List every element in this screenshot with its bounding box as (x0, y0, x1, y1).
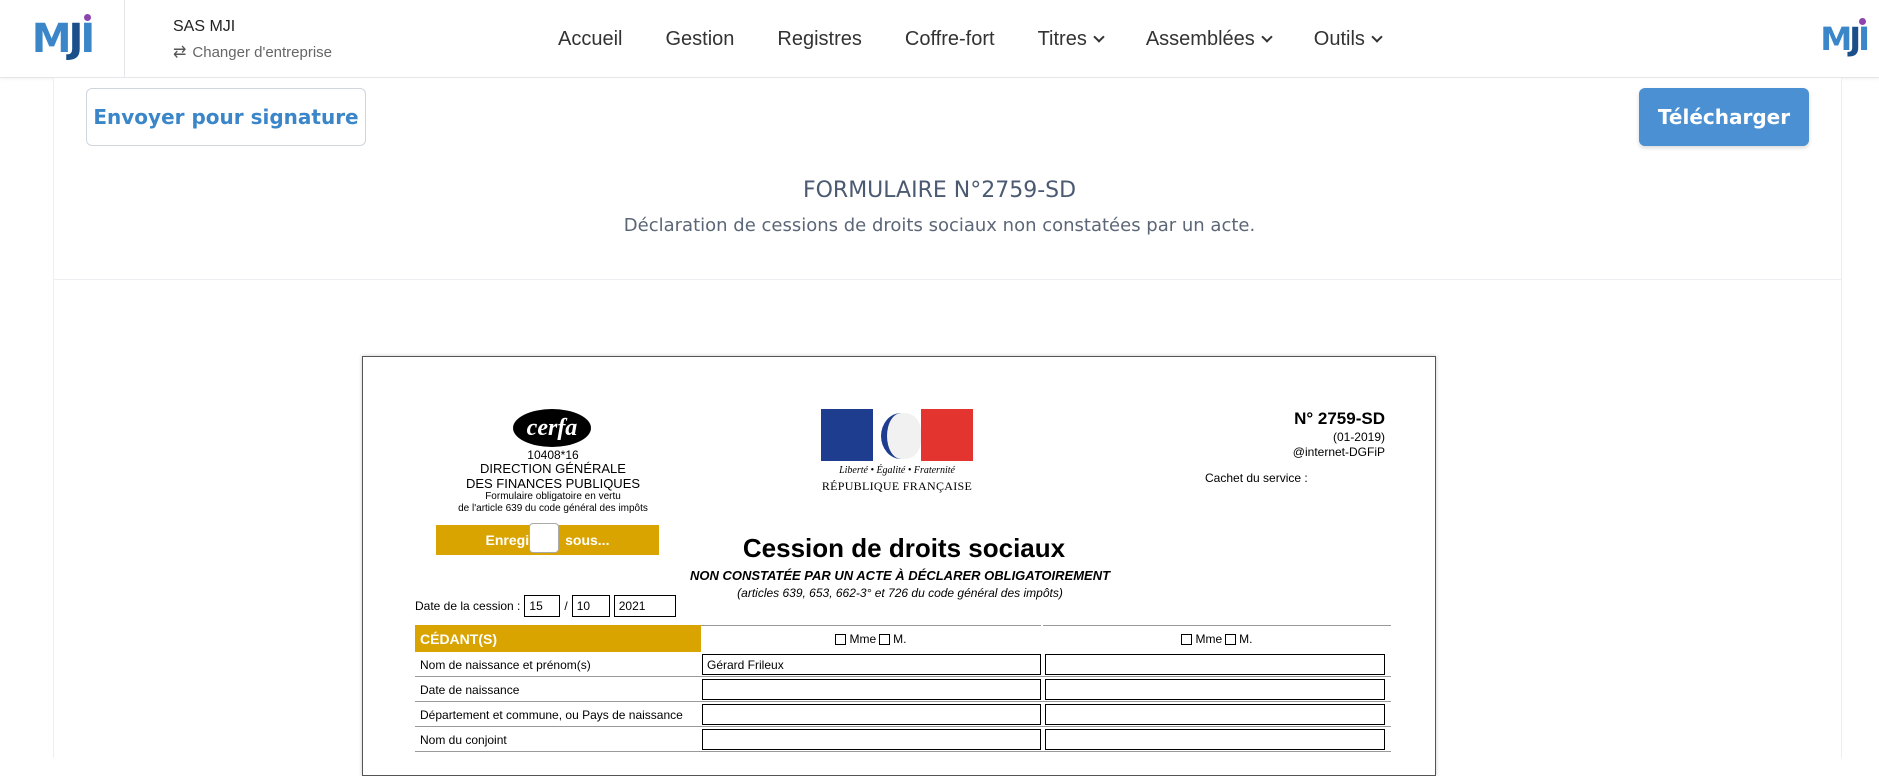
row-input-2[interactable] (1045, 654, 1385, 675)
form-title: FORMULAIRE N°2759-SD (802, 178, 1077, 203)
company-switcher[interactable]: SAS MJI ⇄ Changer d'entreprise (173, 18, 332, 62)
row-input-1[interactable]: Gérard Frileux (702, 654, 1041, 675)
form-row: Département et commune, ou Pays de naiss… (415, 702, 1391, 727)
nav-label: Accueil (558, 27, 623, 50)
document-title: Cession de droits sociaux (742, 533, 1066, 563)
form-row: Nom du conjoint (415, 727, 1391, 752)
swap-arrows-icon: ⇄ (173, 44, 187, 61)
nav-assemblees[interactable]: Assemblées (1145, 27, 1273, 51)
republique-francaise-logo: Liberté • Égalité • Fraternité RÉPUBLIQU… (821, 409, 973, 494)
row-input-1[interactable] (702, 729, 1041, 750)
row-input-2[interactable] (1045, 729, 1385, 750)
row-input-1[interactable] (702, 704, 1041, 725)
top-navbar: MJI SAS MJI ⇄ Changer d'entreprise Accue… (0, 0, 1879, 78)
civility-label: M. (1239, 632, 1253, 646)
cedant-header: CÉDANT(S) (415, 625, 701, 652)
date-separator: / (564, 599, 568, 613)
change-company-label: Changer d'entreprise (192, 43, 333, 61)
form-number: N° 2759-SD (1294, 409, 1385, 428)
checkbox-mme[interactable] (1181, 633, 1193, 645)
form-row: Nom de naissance et prénom(s) Gérard Fri… (415, 652, 1391, 677)
row-label: Département et commune, ou Pays de naiss… (420, 708, 683, 722)
form-subtitle: Déclaration de cessions de droits sociau… (623, 215, 1256, 236)
cerfa-logo: cerfa (513, 409, 591, 447)
chevron-down-icon (1093, 30, 1105, 43)
row-label: Nom de naissance et prénom(s) (420, 658, 591, 672)
nav-label: Registres (777, 27, 862, 50)
nav-titres[interactable]: Titres (1037, 27, 1105, 51)
dgfip-label: DIRECTION GÉNÉRALE DES FINANCES PUBLIQUE… (423, 461, 683, 491)
dgfip-line: DES FINANCES PUBLIQUES (465, 476, 641, 491)
civility-label: M. (893, 632, 907, 646)
french-flag-icon (821, 409, 973, 461)
cerfa-document-preview[interactable]: cerfa 10408*16 DIRECTION GÉNÉRALE DES FI… (362, 356, 1436, 776)
logo-container[interactable]: MJI (0, 0, 125, 78)
civility-label: Mme (849, 632, 877, 646)
main-nav: Accueil Gestion Registres Coffre-fort Ti… (558, 0, 1383, 78)
checkbox-m[interactable] (879, 633, 891, 645)
row-label: Nom du conjoint (420, 733, 507, 747)
chevron-down-icon (1261, 30, 1273, 43)
nav-coffre-fort[interactable]: Coffre-fort (905, 28, 995, 51)
cerfa-number: 10408*16 (527, 448, 579, 462)
form-version: (01-2019) (1332, 430, 1385, 444)
nav-gestion[interactable]: Gestion (665, 28, 734, 51)
document-subtitle: NON CONSTATÉE PAR UN ACTE À DÉCLARER OBL… (689, 568, 1111, 583)
date-day-field[interactable]: 15 (524, 595, 561, 617)
date-label: Date de la cession : (415, 599, 521, 613)
nav-label: Titres (1037, 27, 1087, 50)
row-input-2[interactable] (1045, 704, 1385, 725)
form-source: @internet-DGFiP (1292, 445, 1385, 459)
civility-selector-2[interactable]: Mme M. (1043, 625, 1391, 652)
civility-label: Mme (1195, 632, 1223, 646)
nav-outils[interactable]: Outils (1313, 27, 1383, 51)
cession-date-row: Date de la cession : 15 / 10 2021 (415, 595, 676, 617)
checkbox-m[interactable] (1225, 633, 1237, 645)
row-input-2[interactable] (1045, 679, 1385, 700)
mji-logo[interactable]: MJI (32, 14, 95, 62)
checkbox-mme[interactable] (835, 633, 847, 645)
row-label: Date de naissance (420, 683, 520, 697)
company-name: SAS MJI (173, 18, 236, 35)
download-button[interactable]: Télécharger (1639, 88, 1809, 146)
oblig-line: Formulaire obligatoire en vertu (485, 491, 621, 502)
row-input-1[interactable] (702, 679, 1041, 700)
republique-text: RÉPUBLIQUE FRANÇAISE (821, 479, 973, 493)
nav-label: Outils (1313, 27, 1365, 50)
oblig-line: de l'article 639 du code général des imp… (458, 503, 648, 514)
nav-label: Gestion (665, 27, 735, 50)
divider (53, 279, 1842, 280)
nav-accueil[interactable]: Accueil (558, 28, 622, 51)
cachet-label: Cachet du service : (1205, 471, 1308, 485)
mji-logo-right[interactable]: MJI (1820, 18, 1870, 58)
nav-label: Coffre-fort (904, 27, 995, 50)
date-month-field[interactable]: 10 (571, 595, 610, 617)
nav-registres[interactable]: Registres (777, 28, 861, 51)
nav-label: Assemblées (1145, 27, 1255, 50)
civility-selector-1[interactable]: Mme M. (701, 625, 1041, 652)
change-company-link[interactable]: ⇄ Changer d'entreprise (173, 42, 332, 62)
form-row: Date de naissance (415, 677, 1391, 702)
date-year-field[interactable]: 2021 (613, 595, 676, 617)
chevron-down-icon (1371, 30, 1383, 43)
devise-text: Liberté • Égalité • Fraternité (839, 465, 955, 476)
dgfip-line: DIRECTION GÉNÉRALE (480, 461, 626, 476)
obligation-note: Formulaire obligatoire en vertu de l'art… (423, 491, 683, 515)
send-for-signature-button[interactable]: Envoyer pour signature (86, 88, 366, 146)
